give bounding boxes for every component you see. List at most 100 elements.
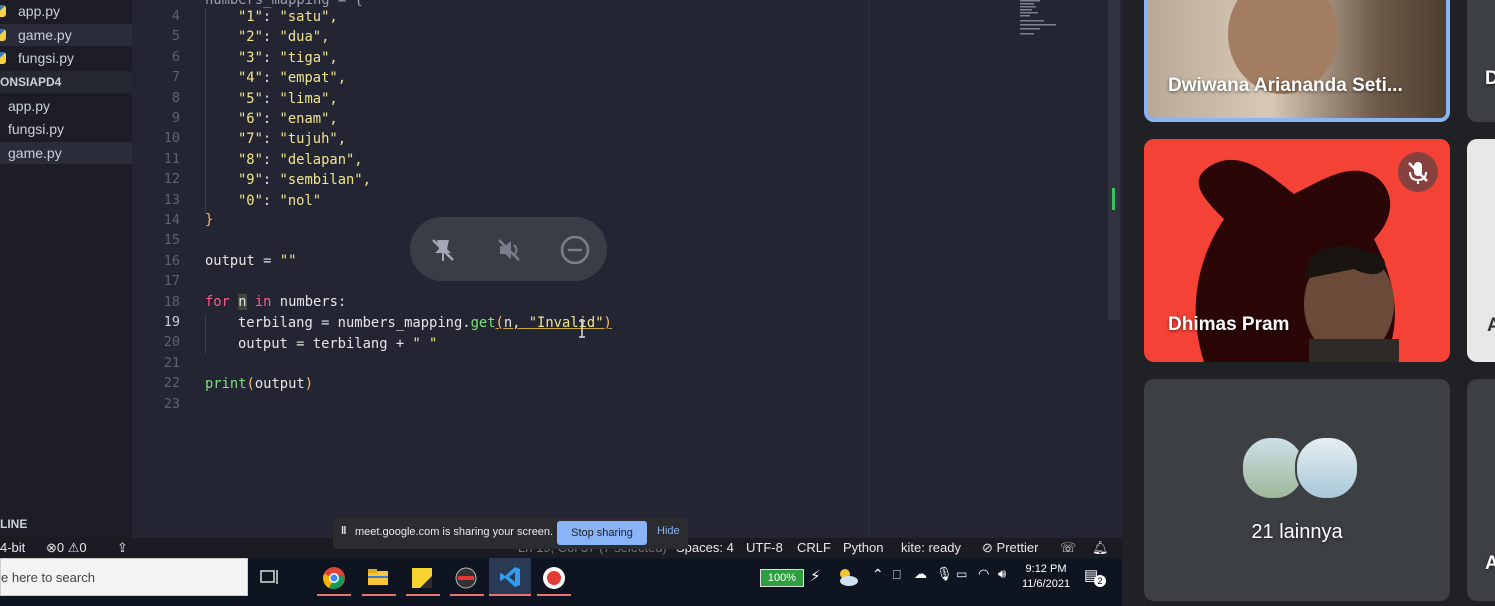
battery-meter[interactable]: 100% [760,569,804,587]
notifications-button[interactable]: ▤ 2 [1084,566,1106,588]
meet-participants-panel: Dwiwana Ariananda Seti... D Dhimas Pram … [1122,0,1495,606]
participant-tile-dwiwana[interactable]: Dwiwana Ariananda Seti... [1144,0,1450,122]
mapping-key: "9" [238,172,263,189]
participant-tile-dhimas[interactable]: Dhimas Pram [1144,139,1450,362]
unpin-icon[interactable] [426,233,460,267]
file-label: app.py [18,3,61,19]
prettier-label: Prettier [996,540,1039,555]
muted-badge [1398,152,1438,192]
status-language[interactable]: Python [843,540,883,555]
recorder-app-icon[interactable] [455,567,477,589]
file-explorer-icon[interactable] [367,568,389,586]
mapping-value: "lima", [279,90,338,107]
mapping-key: "2" [238,29,263,46]
hide-banner-button[interactable]: Hide [657,525,680,537]
taskbar-clock[interactable]: 9:12 PM 11/6/2021 [1018,562,1074,592]
participant-tile-edge-3[interactable]: A [1467,379,1495,601]
code-line-14: } [205,212,214,228]
task-view-icon[interactable] [260,568,280,586]
chrome-icon[interactable] [322,566,346,590]
microphone-icon[interactable]: 🎙︎ [936,566,953,582]
code-string: "" [279,253,297,269]
explorer-file-game[interactable]: game.py [0,24,132,46]
drag-handle-icon[interactable]: ‖ [341,525,346,537]
volume-icon[interactable]: 🔊︎ [998,566,1006,582]
line-number: 14 [163,212,180,228]
status-prettier[interactable]: ⊘ Prettier [982,540,1038,556]
line-number: 7 [171,69,180,86]
active-app-indicator [537,594,571,596]
sticky-notes-icon[interactable] [411,567,433,589]
wifi-icon[interactable]: ◠ [978,566,989,582]
participant-tile-edge-1[interactable]: D [1467,0,1495,122]
status-interpreter[interactable]: 4-bit [0,540,25,555]
taskbar-search-input[interactable]: e here to search [0,558,248,596]
code-line-20: output = terbilang + " " [238,334,437,354]
status-eol[interactable]: CRLF [797,540,831,555]
code-paren: ) [304,376,314,392]
screen-share-controls [410,217,607,281]
code-token: output [254,376,305,392]
line-number: 10 [163,130,180,147]
explorer-file-fungsi[interactable]: fungsi.py [0,47,132,69]
live-share-icon[interactable]: ⇪ [117,540,128,556]
mapping-colon: : [262,172,280,189]
weather-icon[interactable] [835,566,859,588]
explorer-file-app[interactable]: app.py [0,0,132,22]
mapping-value: "tiga", [279,49,338,66]
explorer-file-game-2[interactable]: game.py [0,142,132,164]
error-icon: ⊗ [46,540,57,555]
mute-icon[interactable] [492,233,526,267]
code-string: "Invalid" [528,315,604,331]
status-encoding[interactable]: UTF-8 [746,540,783,555]
code-paren: ( [246,376,255,392]
file-label: game.py [18,27,72,43]
mapping-line: "3": "tiga", [238,48,338,68]
code-var: n [238,294,247,310]
cloud-icon[interactable]: ☁︎ [914,566,927,582]
mapping-line: "2": "dua", [238,27,329,47]
code-string: " " [412,336,438,352]
mapping-value: "sembilan", [279,172,371,189]
more-participants-tile[interactable]: 21 lainnya [1144,379,1450,601]
stop-sharing-button[interactable]: Stop sharing [557,521,647,545]
explorer-folder[interactable]: ONSIAPD4 [0,71,132,93]
line-number: 12 [163,171,180,188]
line-number: 21 [163,354,180,371]
participant-name: A [1487,315,1495,336]
minimap[interactable] [1018,0,1070,38]
chevron-up-icon[interactable]: ⌃ [872,566,884,583]
prettier-icon: ⊘ [982,540,993,555]
mapping-value: "delapan", [279,151,363,168]
battery-icon[interactable]: ▭ [956,567,967,581]
feedback-icon[interactable]: ☏ [1060,540,1076,556]
code-token: numbers: [279,294,347,310]
editor-ruler [868,0,869,538]
line-number: 8 [171,89,180,106]
code-token: output = [205,253,280,269]
screen-recorder-icon[interactable] [542,566,566,590]
remove-icon[interactable] [558,233,592,267]
code-editor[interactable]: 4 5 6 7 8 9 10 11 12 13 14 15 16 17 18 19 20 21 22 23 numbe… [132,0,1122,538]
outline-section-header[interactable]: LINE [0,514,27,534]
status-problems[interactable]: ⊗0 ⚠0 [46,540,87,556]
code-paren: ) [603,315,612,331]
clock-time: 9:12 PM [1025,563,1067,575]
status-kite[interactable]: kite: ready [901,540,961,555]
indent-guide [205,8,206,214]
bell-icon[interactable]: 🔔︎ [1092,540,1109,556]
participant-tile-edge-2[interactable]: A [1467,139,1495,362]
vscode-icon[interactable] [499,566,521,588]
participant-name: Dhimas Pram [1168,314,1290,335]
explorer-file-app-2[interactable]: app.py [0,95,132,117]
participant-name: Dwiwana Ariananda Seti... [1168,75,1403,96]
mapping-key: "3" [238,49,263,66]
onedrive-icon[interactable]: ⎕ [893,567,901,583]
code-line-22: print(output) [205,374,313,394]
mapping-value: "enam", [279,111,338,127]
explorer-file-fungsi-2[interactable]: fungsi.py [0,118,132,140]
file-label: game.py [8,145,62,161]
editor-scrollbar[interactable] [1108,0,1120,320]
line-number: 17 [163,273,180,290]
clock-date: 11/6/2021 [1021,578,1071,590]
